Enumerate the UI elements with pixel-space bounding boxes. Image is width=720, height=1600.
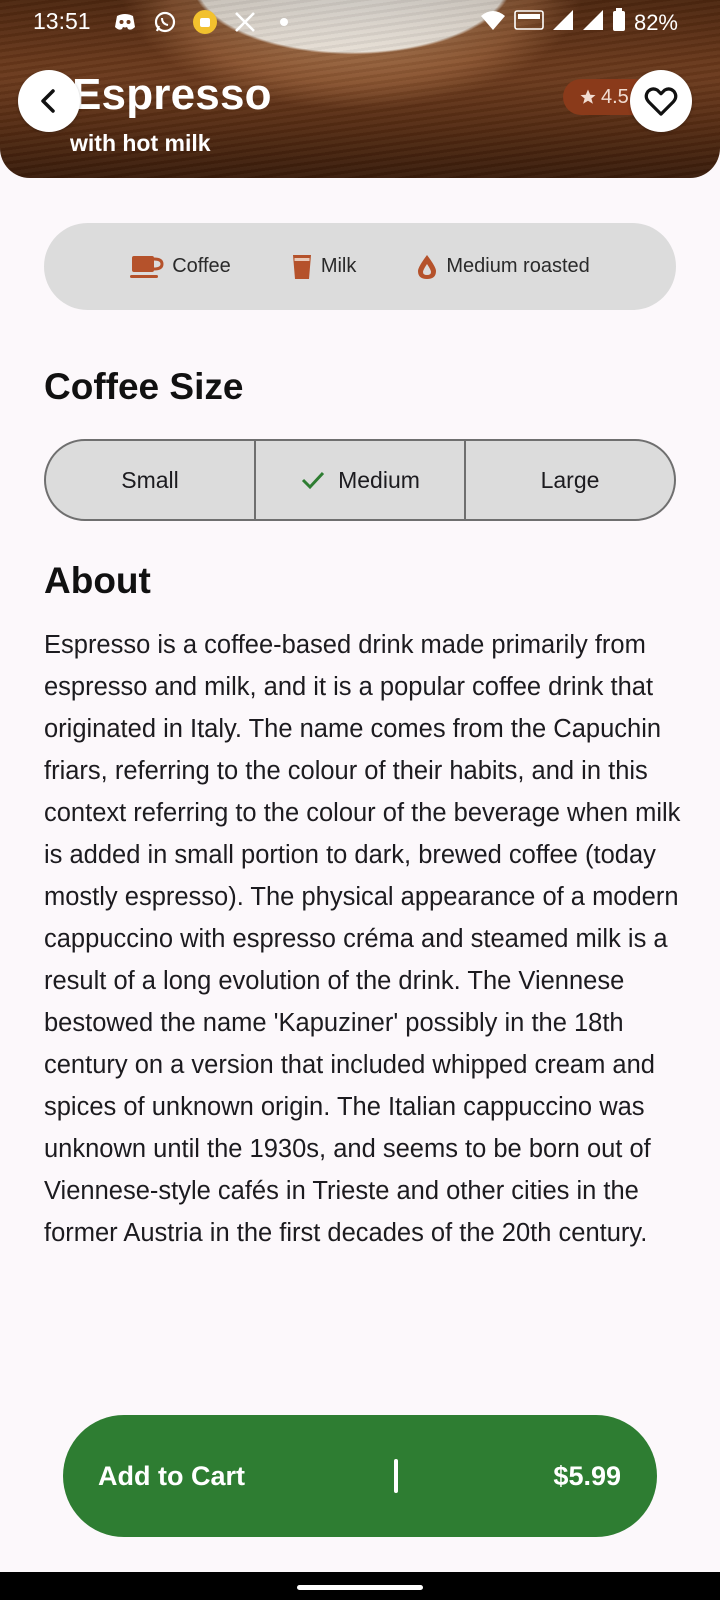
system-icons: 82% [480, 8, 678, 37]
app-icon [192, 9, 218, 35]
size-option-label: Large [540, 466, 600, 493]
home-gesture-handle[interactable] [297, 1585, 423, 1590]
attribute-label: Milk [320, 255, 357, 277]
navigation-bar [0, 1572, 720, 1600]
signal-icon [552, 9, 574, 36]
star-icon [580, 89, 596, 104]
attribute-coffee: Coffee [130, 254, 231, 280]
attribute-roast: Medium roasted [416, 253, 590, 281]
x-icon [232, 9, 258, 35]
price: $5.99 [553, 1460, 621, 1491]
about-section-title: About [44, 560, 151, 601]
battery-percent: 82% [633, 9, 678, 35]
notification-icons [112, 9, 288, 35]
chevron-left-icon [41, 89, 55, 113]
add-to-cart-label: Add to Cart [98, 1460, 245, 1491]
battery-icon [612, 8, 626, 37]
favorite-button[interactable] [630, 70, 692, 132]
volte-icon [514, 8, 544, 37]
attributes-bar: Coffee Milk Medium roasted [44, 223, 676, 310]
wifi-icon [480, 9, 506, 36]
size-option-medium[interactable]: Medium [254, 441, 464, 519]
size-option-label: Small [121, 466, 179, 493]
size-option-large[interactable]: Large [464, 441, 674, 519]
dot-icon [280, 18, 288, 26]
about-description: Espresso is a coffee-based drink made pr… [44, 631, 681, 1247]
attribute-milk: Milk [291, 253, 357, 281]
size-section-title: Coffee Size [44, 366, 244, 407]
attribute-label: Medium roasted [446, 255, 590, 277]
whatsapp-icon [152, 9, 178, 35]
status-time: 13:51 [33, 8, 91, 34]
coffee-cup-icon [130, 255, 164, 278]
discord-icon [112, 9, 138, 35]
check-icon [302, 471, 325, 490]
attribute-label: Coffee [172, 255, 231, 277]
divider [394, 1459, 398, 1493]
drop-icon [418, 254, 437, 279]
rating-value: 4.5 [601, 85, 629, 108]
status-bar: 13:51 82% [0, 0, 720, 44]
size-option-label: Medium [338, 466, 420, 493]
size-option-small[interactable]: Small [46, 441, 254, 519]
size-selector: Small Medium Large [44, 439, 676, 521]
heart-icon [644, 87, 678, 116]
milk-glass-icon [292, 254, 311, 279]
signal-icon [582, 9, 604, 36]
product-subtitle: with hot milk [70, 130, 211, 156]
product-title: Espresso [72, 70, 272, 119]
add-to-cart-button[interactable]: Add to Cart $5.99 [63, 1415, 657, 1537]
back-button[interactable] [18, 70, 80, 132]
